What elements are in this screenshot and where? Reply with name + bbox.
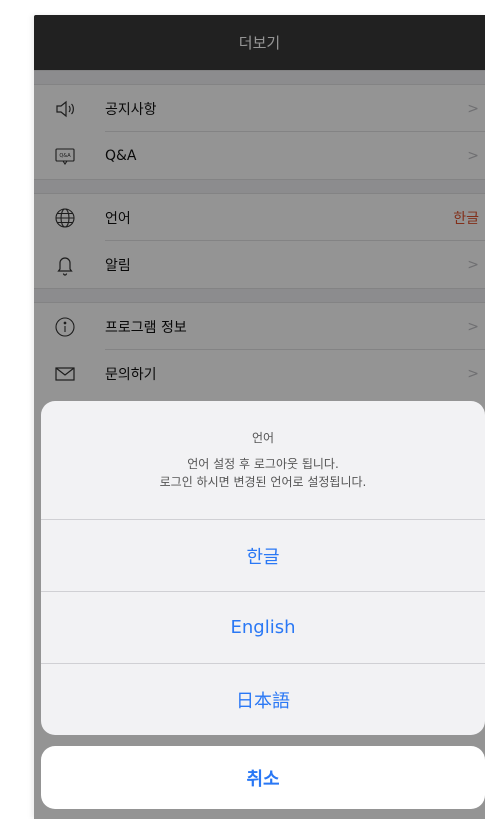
- language-option-english[interactable]: English: [41, 592, 485, 664]
- action-sheet-message-line2: 로그인 하시면 변경된 언어로 설정됩니다.: [159, 475, 367, 489]
- language-option-korean[interactable]: 한글: [41, 520, 485, 592]
- cancel-button[interactable]: 취소: [41, 746, 485, 809]
- action-sheet-title: 언어: [251, 431, 275, 445]
- language-action-sheet: 언어 언어 설정 후 로그아웃 됩니다. 로그인 하시면 변경된 언어로 설정됩…: [41, 401, 485, 735]
- language-option-japanese[interactable]: 日本語: [41, 664, 485, 735]
- action-sheet-header: 언어 언어 설정 후 로그아웃 됩니다. 로그인 하시면 변경된 언어로 설정됩…: [41, 401, 485, 520]
- app-screen: 더보기 공지사항 > Q&A Q&A > 언어 한글 알림 > 프로그램 정보 …: [34, 15, 485, 819]
- action-sheet-message-line1: 언어 설정 후 로그아웃 됩니다.: [187, 457, 339, 471]
